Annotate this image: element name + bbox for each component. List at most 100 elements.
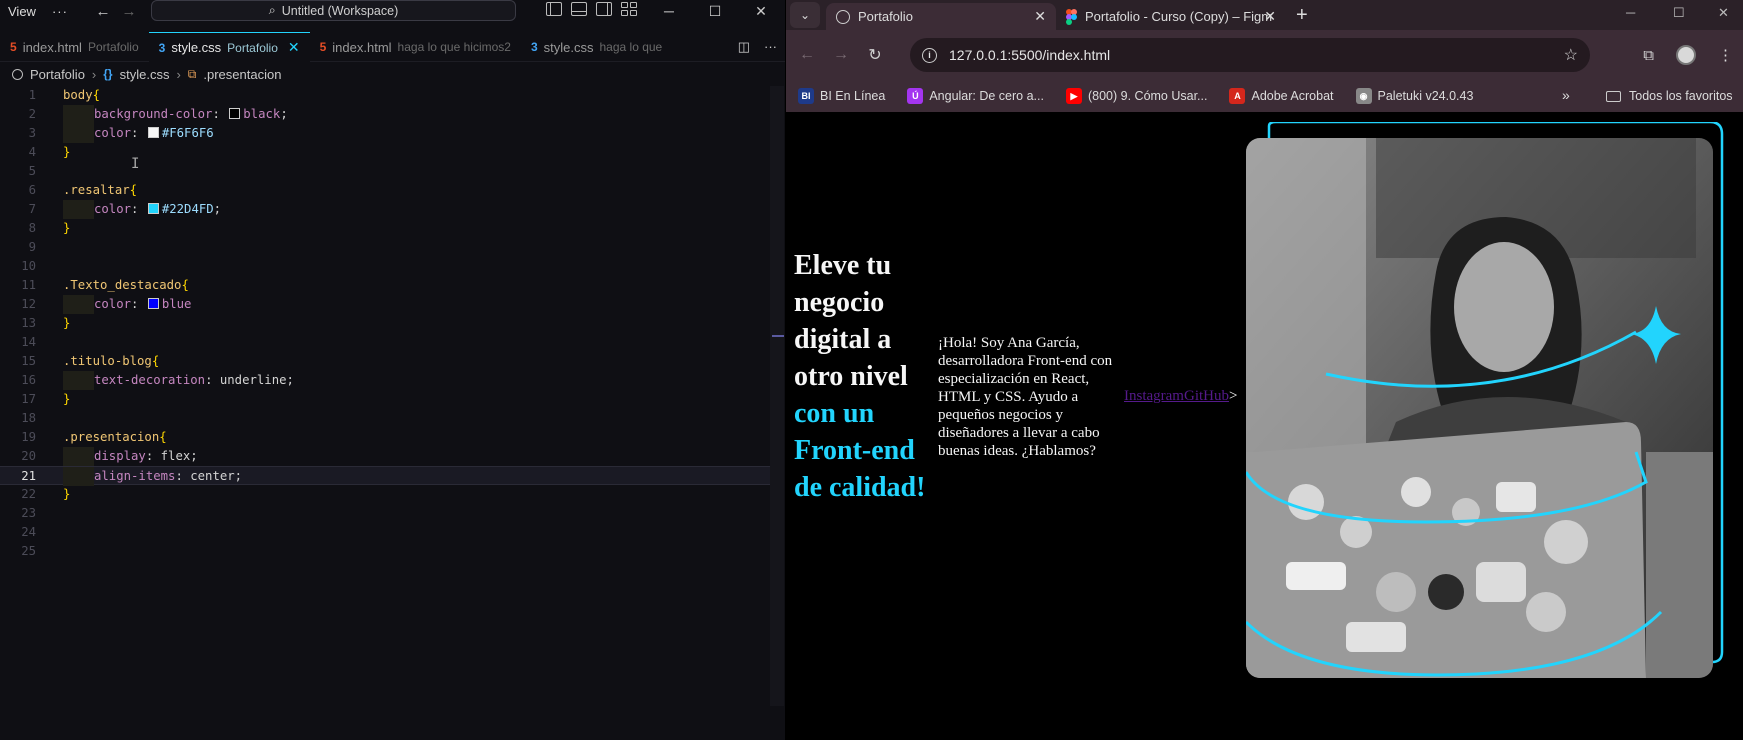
code-line[interactable]: 3 color: #F6F6F6 bbox=[0, 124, 770, 143]
maximize-icon[interactable]: ☐ bbox=[1673, 5, 1685, 21]
code-line[interactable]: 1 body{ bbox=[0, 86, 770, 105]
line-number: 10 bbox=[21, 259, 36, 273]
toggle-primary-sidebar-icon[interactable] bbox=[546, 2, 562, 16]
code-token: { bbox=[129, 183, 138, 197]
code-token: .presentacion bbox=[63, 430, 160, 444]
tab-portafolio[interactable]: Portafolio ✕ bbox=[826, 3, 1056, 30]
back-arrow-icon[interactable]: ← bbox=[90, 3, 116, 20]
code-editor[interactable]: 1 body{2 background-color: black; 3 color: #… bbox=[0, 86, 770, 740]
more-menu-icon[interactable]: ··· bbox=[44, 4, 76, 19]
color-swatch[interactable] bbox=[229, 108, 241, 119]
breadcrumb-file[interactable]: style.css bbox=[120, 67, 170, 82]
back-arrow-icon[interactable]: ← bbox=[790, 46, 824, 64]
line-number: 19 bbox=[21, 430, 36, 444]
code-line[interactable]: 5 bbox=[0, 162, 770, 181]
site-info-icon[interactable]: i bbox=[922, 47, 937, 63]
line-number: 4 bbox=[28, 145, 36, 159]
code-line[interactable]: 9 bbox=[0, 238, 770, 257]
tab-close-icon[interactable]: ✕ bbox=[1034, 8, 1046, 25]
bookmark-item[interactable]: ▶ (800) 9. Cómo Usar... bbox=[1065, 88, 1207, 104]
bookmark-item[interactable]: Ú Angular: De cero a... bbox=[907, 88, 1044, 104]
more-bookmarks-icon[interactable]: » bbox=[1562, 87, 1570, 103]
code-line[interactable]: 18 bbox=[0, 409, 770, 428]
tab-close-icon[interactable]: ✕ bbox=[1264, 8, 1276, 25]
extensions-icon[interactable]: ⧉ bbox=[1643, 47, 1654, 64]
minimize-icon[interactable]: ─ bbox=[1626, 5, 1635, 20]
code-token: center bbox=[190, 469, 235, 483]
bookmark-item[interactable]: ◉ Paletuki v24.0.43 bbox=[1355, 88, 1473, 104]
split-editor-icon[interactable]: ◫ bbox=[738, 39, 750, 55]
code-token: black bbox=[243, 107, 281, 121]
bookmark-item[interactable]: BI BI En Línea bbox=[798, 88, 885, 104]
code-token: ; bbox=[213, 202, 222, 216]
code-line[interactable]: 22} bbox=[0, 485, 770, 504]
tab-figma[interactable]: Portafolio - Curso (Copy) – Figm ✕ bbox=[1056, 3, 1286, 30]
line-number: 22 bbox=[21, 487, 36, 501]
editor-tab-style-css[interactable]: 3 style.css Portafolio ✕ bbox=[148, 32, 310, 62]
code-line[interactable]: 14 bbox=[0, 333, 770, 352]
browser-menu-icon[interactable]: ⋮ bbox=[1718, 46, 1733, 64]
breadcrumb-folder[interactable]: Portafolio bbox=[30, 67, 85, 82]
code-line[interactable]: 12 color: blue bbox=[0, 295, 770, 314]
profile-avatar[interactable] bbox=[1676, 45, 1696, 65]
more-actions-icon[interactable]: ··· bbox=[764, 39, 777, 55]
code-line[interactable]: 13} bbox=[0, 314, 770, 333]
color-swatch[interactable] bbox=[147, 203, 159, 214]
forward-arrow-icon[interactable]: → bbox=[116, 3, 142, 20]
breadcrumb-symbol[interactable]: .presentacion bbox=[203, 67, 281, 82]
code-line[interactable]: 8} bbox=[0, 219, 770, 238]
code-text: color: blue bbox=[63, 295, 191, 314]
code-line[interactable]: 24 bbox=[0, 523, 770, 542]
line-number: 9 bbox=[28, 240, 36, 254]
toggle-secondary-sidebar-icon[interactable] bbox=[596, 2, 612, 16]
code-line[interactable]: 20 display: flex; bbox=[0, 447, 770, 466]
line-number: 5 bbox=[28, 164, 36, 178]
code-line[interactable]: 25 bbox=[0, 542, 770, 561]
css-file-icon: {} bbox=[103, 67, 113, 81]
reload-icon[interactable]: ↻ bbox=[858, 45, 892, 65]
address-bar[interactable]: i 127.0.0.1:5500/index.html ☆ bbox=[910, 38, 1590, 72]
maximize-icon[interactable]: ☐ bbox=[692, 0, 738, 22]
code-line[interactable]: 21 align-items: center; bbox=[0, 466, 770, 486]
code-line[interactable]: 2 background-color: black; bbox=[0, 105, 770, 124]
line-number: 23 bbox=[21, 506, 36, 520]
code-line[interactable]: 16 text-decoration: underline; bbox=[0, 371, 770, 390]
code-line[interactable]: 19 .presentacion{ bbox=[0, 428, 770, 447]
line-number: 21 bbox=[21, 469, 36, 483]
forward-arrow-icon[interactable]: → bbox=[824, 46, 858, 64]
hero-title: Eleve tu negocio digital a otro nivel co… bbox=[794, 247, 929, 506]
code-line[interactable]: 17} bbox=[0, 390, 770, 409]
close-tab-icon[interactable]: ✕ bbox=[288, 39, 300, 56]
toggle-panel-icon[interactable] bbox=[571, 2, 587, 16]
code-line[interactable]: 7 color: #22D4FD; bbox=[0, 200, 770, 219]
editor-tab-style-css[interactable]: 3 style.css haga lo que bbox=[521, 32, 672, 62]
command-center-search[interactable]: ⌕ Untitled (Workspace) bbox=[151, 0, 516, 21]
all-favorites[interactable]: Todos los favoritos bbox=[1606, 80, 1733, 112]
minimize-icon[interactable]: ─ bbox=[646, 0, 692, 22]
editor-scrollbar[interactable] bbox=[770, 86, 784, 706]
close-icon[interactable]: ✕ bbox=[1718, 5, 1729, 21]
editor-tab-index-html[interactable]: 5 index.html haga lo que hicimos2 bbox=[310, 32, 521, 62]
code-line[interactable]: 4} bbox=[0, 143, 770, 162]
code-line[interactable]: 10 bbox=[0, 257, 770, 276]
instagram-link[interactable]: Instagram bbox=[1124, 388, 1184, 405]
color-swatch[interactable] bbox=[147, 127, 159, 138]
code-line[interactable]: 6 .resaltar{ bbox=[0, 181, 770, 200]
line-number: 1 bbox=[28, 88, 36, 102]
vscode-window: View ··· ← → ⌕ Untitled (Workspace) ─ ☐ … bbox=[0, 0, 785, 740]
bookmark-item[interactable]: A Adobe Acrobat bbox=[1229, 88, 1334, 104]
editor-tab-index-html[interactable]: 5 index.html Portafolio bbox=[0, 32, 149, 62]
customize-layout-icon[interactable] bbox=[621, 2, 637, 16]
color-swatch[interactable] bbox=[147, 298, 159, 309]
menu-view[interactable]: View bbox=[0, 4, 44, 19]
new-tab-icon[interactable]: + bbox=[1296, 4, 1308, 27]
code-line[interactable]: 11 .Texto_destacado{ bbox=[0, 276, 770, 295]
close-icon[interactable]: ✕ bbox=[738, 0, 784, 22]
code-line[interactable]: 23 bbox=[0, 504, 770, 523]
indent-guide bbox=[63, 124, 94, 143]
bookmark-star-icon[interactable]: ☆ bbox=[1564, 45, 1578, 65]
tab-search-icon[interactable]: ⌄ bbox=[790, 2, 820, 28]
code-line[interactable]: 15 .titulo-blog{ bbox=[0, 352, 770, 371]
github-link[interactable]: GitHub bbox=[1184, 388, 1229, 405]
code-token: } bbox=[63, 221, 71, 235]
